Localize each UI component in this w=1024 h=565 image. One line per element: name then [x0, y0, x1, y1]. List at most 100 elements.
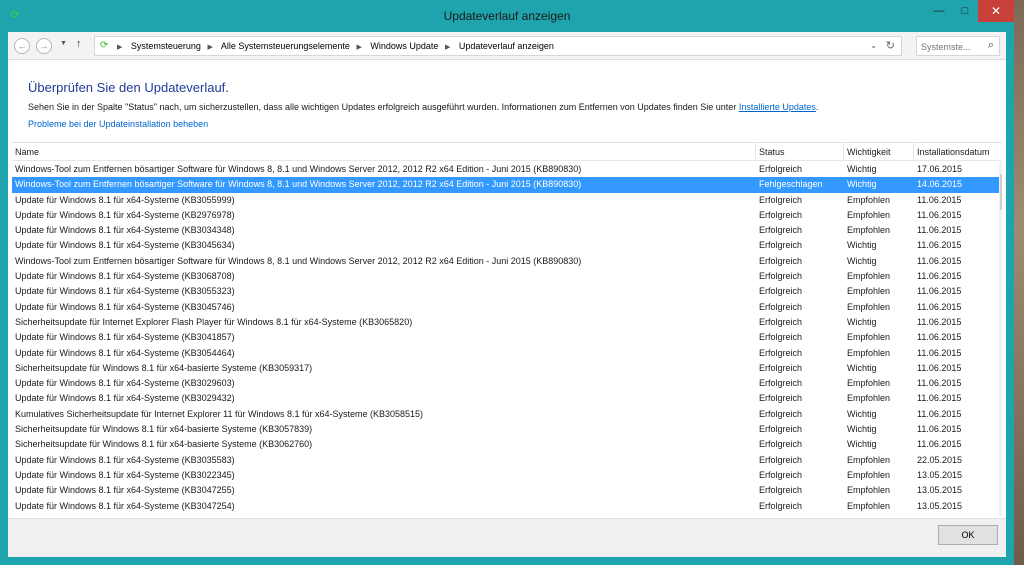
- ok-button[interactable]: OK: [938, 525, 998, 545]
- up-button[interactable]: ↑: [76, 38, 82, 50]
- cell-date: 11.06.2015: [917, 362, 962, 373]
- table-row[interactable]: Sicherheitsupdate für Windows 8.1 für x6…: [12, 422, 1000, 437]
- cell-date: 11.06.2015: [917, 408, 962, 419]
- close-button[interactable]: ✕: [978, 0, 1014, 22]
- sort-ascending-icon: ⌃: [952, 142, 958, 147]
- troubleshoot-link[interactable]: Probleme bei der Updateinstallation behe…: [28, 119, 208, 129]
- cell-importance: Empfohlen: [847, 301, 891, 312]
- update-history-window: ⟳ Updateverlauf anzeigen — □ ✕ ← → ▼ ↑ ⟳…: [0, 0, 1014, 565]
- description-end: .: [815, 102, 819, 112]
- table-row[interactable]: Update für Windows 8.1 für x64-Systeme (…: [12, 223, 1000, 238]
- search-box[interactable]: ⌕: [916, 36, 1000, 56]
- column-header-date[interactable]: Installationsdatum: [914, 143, 1002, 161]
- table-row[interactable]: Sicherheitsupdate für Windows 8.1 für x6…: [12, 361, 1000, 376]
- description-text: Sehen Sie in der Spalte "Status" nach, u…: [28, 102, 739, 112]
- list-rows: Windows-Tool zum Entfernen bösartiger So…: [12, 162, 1000, 514]
- table-row[interactable]: Update für Windows 8.1 für x64-Systeme (…: [12, 483, 1000, 498]
- breadcrumb-separator-icon[interactable]: ▶: [445, 44, 450, 51]
- cell-date: 13.05.2015: [917, 500, 963, 511]
- cell-status: Erfolgreich: [759, 454, 803, 465]
- cell-name: Sicherheitsupdate für Windows 8.1 für x6…: [15, 362, 313, 373]
- table-row[interactable]: Sicherheitsupdate für Internet Explorer …: [12, 315, 1000, 330]
- cell-date: 11.06.2015: [917, 393, 962, 404]
- cell-status: Erfolgreich: [759, 164, 803, 174]
- table-row[interactable]: Kumulatives Sicherheitsupdate für Intern…: [12, 407, 1000, 422]
- table-row[interactable]: Windows-Tool zum Entfernen bösartiger So…: [12, 254, 1000, 269]
- breadcrumb-separator-icon[interactable]: ▶: [356, 44, 361, 51]
- cell-status: Erfolgreich: [759, 240, 803, 251]
- cell-date: 11.06.2015: [917, 332, 962, 343]
- cell-importance: Empfohlen: [847, 469, 891, 480]
- table-row[interactable]: Update für Windows 8.1 für x64-Systeme (…: [12, 284, 1000, 299]
- breadcrumb-windows-update[interactable]: Windows Update: [370, 41, 438, 51]
- cell-importance: Empfohlen: [847, 454, 891, 465]
- cell-name: Windows-Tool zum Entfernen bösartiger So…: [15, 179, 582, 190]
- cell-date: 11.06.2015: [917, 255, 962, 266]
- column-header-importance[interactable]: Wichtigkeit: [844, 143, 914, 161]
- title-bar[interactable]: ⟳ Updateverlauf anzeigen — □ ✕: [0, 0, 1014, 32]
- cell-name: Update für Windows 8.1 für x64-Systeme (…: [15, 347, 235, 358]
- table-row[interactable]: Update für Windows 8.1 für x64-Systeme (…: [12, 346, 1000, 361]
- cell-status: Erfolgreich: [759, 332, 803, 343]
- cell-name: Sicherheitsupdate für Internet Explorer …: [15, 316, 413, 327]
- table-row[interactable]: Update für Windows 8.1 für x64-Systeme (…: [12, 499, 1000, 514]
- refresh-icon[interactable]: ↻: [886, 39, 895, 52]
- cell-name: Windows-Tool zum Entfernen bösartiger So…: [15, 255, 582, 266]
- vertical-scrollbar[interactable]: ▲ ▼: [999, 162, 1002, 516]
- column-header-name[interactable]: Name: [12, 143, 756, 161]
- cell-status: Erfolgreich: [759, 362, 803, 373]
- table-row[interactable]: Sicherheitsupdate für Windows 8.1 für x6…: [12, 437, 1000, 452]
- cell-date: 17.06.2015: [917, 164, 963, 174]
- table-row[interactable]: Update für Windows 8.1 für x64-Systeme (…: [12, 193, 1000, 208]
- scroll-thumb[interactable]: [1000, 174, 1002, 210]
- table-row[interactable]: Update für Windows 8.1 für x64-Systeme (…: [12, 269, 1000, 284]
- cell-date: 11.06.2015: [917, 286, 962, 297]
- breadcrumb-alle-elemente[interactable]: Alle Systemsteuerungselemente: [221, 41, 350, 51]
- cell-name: Update für Windows 8.1 für x64-Systeme (…: [15, 454, 235, 465]
- cell-date: 11.06.2015: [917, 316, 962, 327]
- breadcrumb-separator-icon[interactable]: ▶: [207, 44, 212, 51]
- recent-locations-chevron-icon[interactable]: ▼: [60, 40, 67, 47]
- cell-status: Fehlgeschlagen: [759, 179, 823, 190]
- cell-name: Update für Windows 8.1 für x64-Systeme (…: [15, 271, 235, 282]
- search-input[interactable]: [921, 40, 981, 53]
- cell-importance: Empfohlen: [847, 225, 891, 236]
- forward-button[interactable]: →: [36, 38, 52, 54]
- cell-status: Erfolgreich: [759, 271, 803, 282]
- cell-status: Erfolgreich: [759, 500, 803, 511]
- table-row[interactable]: Update für Windows 8.1 für x64-Systeme (…: [12, 453, 1000, 468]
- table-row[interactable]: Windows-Tool zum Entfernen bösartiger So…: [12, 162, 1000, 177]
- breadcrumb-updateverlauf[interactable]: Updateverlauf anzeigen: [459, 41, 554, 51]
- control-panel-icon: ⟳: [100, 40, 109, 51]
- minimize-button[interactable]: —: [926, 0, 952, 22]
- cell-date: 11.06.2015: [917, 194, 962, 205]
- cell-importance: Wichtig: [847, 316, 877, 327]
- table-row[interactable]: Update für Windows 8.1 für x64-Systeme (…: [12, 391, 1000, 406]
- cell-name: Windows-Tool zum Entfernen bösartiger So…: [15, 164, 582, 174]
- breadcrumb-separator-icon[interactable]: ▶: [117, 44, 122, 51]
- path-field[interactable]: ⟳ ▶ Systemsteuerung ▶ Alle Systemsteueru…: [94, 36, 902, 56]
- cell-name: Update für Windows 8.1 für x64-Systeme (…: [15, 209, 235, 220]
- maximize-button[interactable]: □: [952, 0, 978, 22]
- path-dropdown-chevron-icon[interactable]: ⌄: [870, 41, 877, 50]
- table-row[interactable]: Update für Windows 8.1 für x64-Systeme (…: [12, 376, 1000, 391]
- breadcrumb-systemsteuerung[interactable]: Systemsteuerung: [131, 41, 201, 51]
- window-title: Updateverlauf anzeigen: [443, 9, 571, 23]
- table-row[interactable]: Windows-Tool zum Entfernen bösartiger So…: [12, 177, 1000, 193]
- back-button[interactable]: ←: [14, 38, 30, 54]
- table-row[interactable]: Update für Windows 8.1 für x64-Systeme (…: [12, 208, 1000, 223]
- table-row[interactable]: Update für Windows 8.1 für x64-Systeme (…: [12, 300, 1000, 315]
- cell-importance: Empfohlen: [847, 209, 891, 220]
- cell-status: Erfolgreich: [759, 408, 803, 419]
- scroll-up-icon[interactable]: ▲: [999, 162, 1003, 172]
- scroll-down-icon[interactable]: ▼: [999, 507, 1003, 516]
- table-row[interactable]: Update für Windows 8.1 für x64-Systeme (…: [12, 330, 1000, 345]
- column-header-status[interactable]: Status: [756, 143, 844, 161]
- cell-name: Update für Windows 8.1 für x64-Systeme (…: [15, 393, 235, 404]
- table-row[interactable]: Update für Windows 8.1 für x64-Systeme (…: [12, 468, 1000, 483]
- cell-name: Update für Windows 8.1 für x64-Systeme (…: [15, 485, 235, 496]
- installed-updates-link[interactable]: Installierte Updates: [739, 102, 816, 112]
- cell-status: Erfolgreich: [759, 209, 803, 220]
- search-icon[interactable]: ⌕: [988, 39, 994, 52]
- table-row[interactable]: Update für Windows 8.1 für x64-Systeme (…: [12, 238, 1000, 253]
